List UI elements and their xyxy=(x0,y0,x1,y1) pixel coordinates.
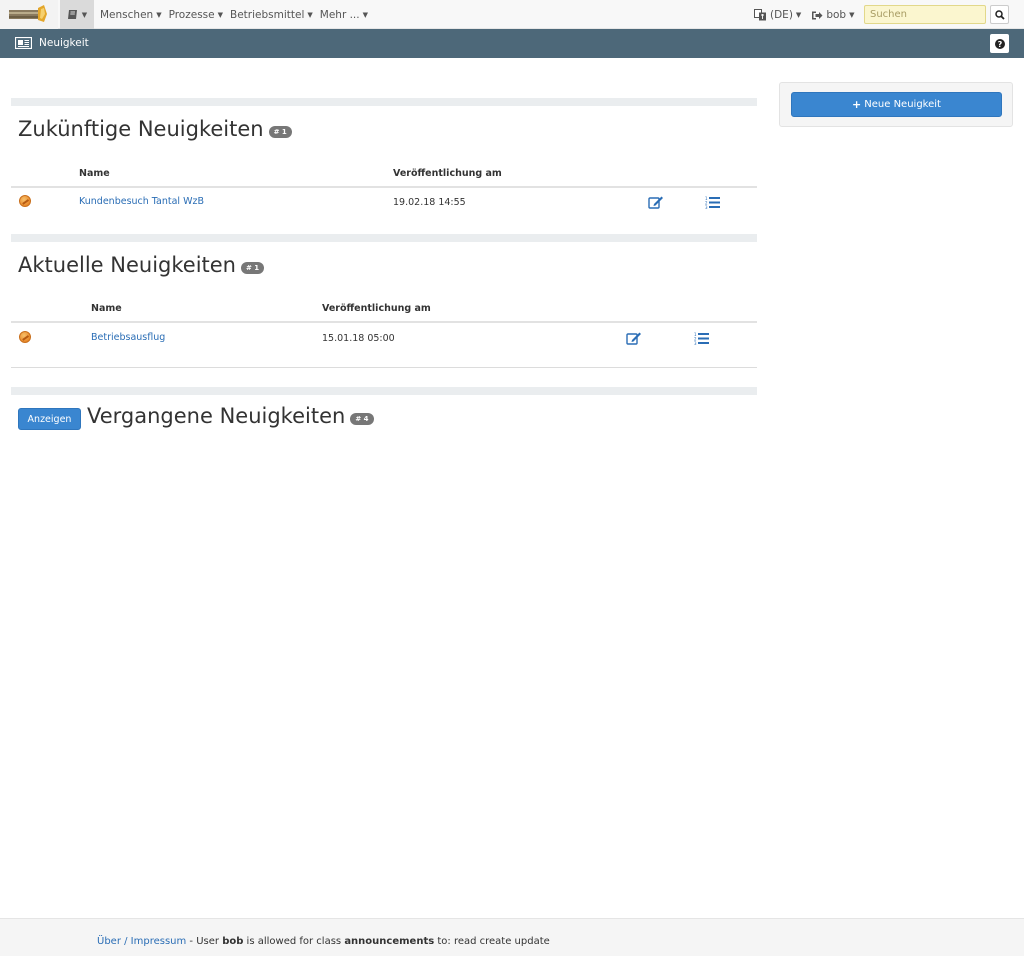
search-button[interactable] xyxy=(990,5,1009,24)
table-bottom-divider xyxy=(11,367,757,368)
footer-class: announcements xyxy=(344,936,435,947)
list-ol-icon[interactable]: 1 2 3 xyxy=(694,331,710,345)
language-menu[interactable]: (DE) ▼ xyxy=(754,9,801,21)
section-divider xyxy=(11,98,757,106)
language-label: (DE) xyxy=(770,9,793,21)
chevron-down-icon: ▼ xyxy=(217,11,223,19)
page-title: Neuigkeit xyxy=(15,37,89,49)
menu-label: Menschen xyxy=(100,9,154,21)
footer-text-allowed: is allowed for class xyxy=(243,936,345,947)
svg-text:3: 3 xyxy=(705,205,708,209)
plus-icon: + xyxy=(852,98,862,111)
section-divider xyxy=(11,234,757,242)
footer-text-user: - User xyxy=(186,936,223,947)
footer-user: bob xyxy=(222,936,244,947)
show-past-button[interactable]: Anzeigen xyxy=(18,408,81,430)
menu-label: Prozesse xyxy=(168,9,215,21)
sidebar-panel: + Neue Neuigkeit xyxy=(779,82,1013,127)
announcement-link[interactable]: Kundenbesuch Tantal WzB xyxy=(79,196,204,207)
section-title-text: Aktuelle Neuigkeiten xyxy=(18,253,236,277)
main-menu: Menschen ▼ Prozesse ▼ Betriebsmittel ▼ M… xyxy=(100,9,375,21)
svg-text:3: 3 xyxy=(694,341,697,345)
menu-prozesse[interactable]: Prozesse ▼ xyxy=(169,9,223,21)
menu-mehr[interactable]: Mehr ... ▼ xyxy=(320,9,368,21)
table-header-divider xyxy=(11,321,757,323)
page-title-text: Neuigkeit xyxy=(39,37,89,49)
section-divider xyxy=(11,387,757,395)
logo-icon xyxy=(9,5,47,22)
footer-text: Über / Impressum - User bob is allowed f… xyxy=(97,936,550,947)
chevron-down-icon: ▼ xyxy=(849,11,855,19)
menu-menschen[interactable]: Menschen ▼ xyxy=(100,9,162,21)
status-icon xyxy=(19,195,31,207)
book-menu[interactable]: ▼ xyxy=(60,0,94,29)
section-title-current: Aktuelle Neuigkeiten # 1 xyxy=(18,253,265,277)
column-header-published: Veröffentlichung am xyxy=(322,303,431,314)
user-menu[interactable]: bob ▼ xyxy=(811,9,854,21)
translate-icon xyxy=(754,9,766,21)
column-header-published: Veröffentlichung am xyxy=(393,168,502,179)
count-badge: # 4 xyxy=(350,413,374,425)
chevron-down-icon: ▼ xyxy=(156,11,162,19)
chevron-down-icon: ▼ xyxy=(307,11,313,19)
announcement-link[interactable]: Betriebsausflug xyxy=(91,332,165,343)
chevron-down-icon: ▼ xyxy=(81,10,88,19)
chevron-down-icon: ▼ xyxy=(362,11,368,19)
published-date: 19.02.18 14:55 xyxy=(393,197,466,208)
search-icon xyxy=(994,9,1005,20)
table-header-divider xyxy=(11,186,757,188)
menu-label: Betriebsmittel xyxy=(230,9,305,21)
edit-icon[interactable] xyxy=(648,195,664,209)
chevron-down-icon: ▼ xyxy=(795,11,802,19)
list-ol-icon[interactable]: 1 2 3 xyxy=(705,195,721,209)
search-input[interactable] xyxy=(864,5,986,24)
announcement-name-cell: Kundenbesuch Tantal WzB xyxy=(79,196,204,207)
column-header-name: Name xyxy=(91,303,122,314)
top-navbar: ▼ Menschen ▼ Prozesse ▼ Betriebsmittel ▼… xyxy=(0,0,1024,29)
sign-out-icon xyxy=(812,11,823,19)
footer: Über / Impressum - User bob is allowed f… xyxy=(0,918,1024,956)
question-circle-icon: ? xyxy=(994,38,1005,49)
menu-betriebsmittel[interactable]: Betriebsmittel ▼ xyxy=(230,9,313,21)
book-icon xyxy=(67,10,77,19)
edit-icon[interactable] xyxy=(626,331,642,345)
user-label: bob xyxy=(826,9,847,21)
page-header-bar: Neuigkeit xyxy=(0,29,1024,58)
section-title-text: Zukünftige Neuigkeiten xyxy=(18,117,264,141)
app-logo[interactable] xyxy=(0,0,58,29)
svg-text:?: ? xyxy=(997,40,1002,49)
column-header-name: Name xyxy=(79,168,110,179)
newspaper-icon xyxy=(15,37,32,49)
count-badge: # 1 xyxy=(241,262,265,274)
nav-right: (DE) ▼ bob ▼ xyxy=(754,9,864,21)
status-icon xyxy=(19,331,31,343)
count-badge: # 1 xyxy=(268,126,292,138)
section-title-text: Vergangene Neuigkeiten xyxy=(87,404,346,428)
new-announcement-button[interactable]: + Neue Neuigkeit xyxy=(791,92,1002,117)
announcement-name-cell: Betriebsausflug xyxy=(91,332,165,343)
help-button[interactable]: ? xyxy=(990,34,1009,53)
menu-label: Mehr ... xyxy=(319,9,360,21)
new-announcement-label: Neue Neuigkeit xyxy=(864,99,941,110)
section-title-upcoming: Zukünftige Neuigkeiten # 1 xyxy=(18,117,292,141)
footer-text-permissions: to: read create update xyxy=(434,936,550,947)
section-title-past: Vergangene Neuigkeiten # 4 xyxy=(87,404,374,428)
about-link[interactable]: Über / Impressum xyxy=(97,936,186,947)
published-date: 15.01.18 05:00 xyxy=(322,333,395,344)
